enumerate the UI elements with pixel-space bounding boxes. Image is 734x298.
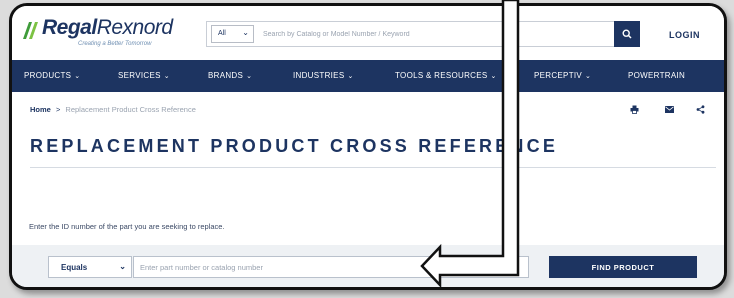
nav-item-perceptiv[interactable]: PERCEPTIV ⌄ <box>534 71 591 80</box>
nav-label: PRODUCTS <box>24 71 72 80</box>
nav-item-tools-resources[interactable]: TOOLS & RESOURCES ⌄ <box>395 71 497 80</box>
page-title: REPLACEMENT PRODUCT CROSS REFERENCE <box>30 136 559 156</box>
nav-item-brands[interactable]: BRANDS ⌄ <box>208 71 252 80</box>
nav-item-services[interactable]: SERVICES ⌄ <box>118 71 170 80</box>
login-link[interactable]: LOGIN <box>669 30 700 40</box>
share-icon <box>696 104 704 114</box>
nav-label: TOOLS & RESOURCES <box>395 71 488 80</box>
brand-logo[interactable]: RegalRexnord Creating a Better Tomorrow <box>20 16 190 54</box>
email-icon <box>664 105 674 113</box>
nav-item-industries[interactable]: INDUSTRIES ⌄ <box>293 71 354 80</box>
chevron-down-icon: ⌄ <box>347 73 354 80</box>
main-nav: PRODUCTS ⌄ SERVICES ⌄ BRANDS ⌄ INDUSTRIES ⌄ … <box>12 60 724 92</box>
brand-name-bold: Regal <box>42 16 97 39</box>
logo-mark-icon <box>23 22 38 39</box>
print-icon <box>630 105 638 114</box>
chevron-down-icon: ⌄ <box>246 73 253 80</box>
search-icon <box>622 29 632 39</box>
chevron-down-icon: ⌄ <box>163 73 170 80</box>
search-category-value: All <box>218 30 226 37</box>
nav-label: INDUSTRIES <box>293 71 345 80</box>
email-button[interactable] <box>663 103 675 115</box>
browser-viewport: RegalRexnord Creating a Better Tomorrow … <box>9 3 727 290</box>
chevron-down-icon: ⌄ <box>585 73 592 80</box>
site-header: RegalRexnord Creating a Better Tomorrow … <box>12 6 724 60</box>
breadcrumb-current: Replacement Product Cross Reference <box>65 105 196 114</box>
match-mode-select[interactable]: Equals ⌄ <box>48 256 132 278</box>
print-button[interactable] <box>628 103 640 115</box>
brand-wordmark: RegalRexnord <box>42 16 173 40</box>
brand-tagline: Creating a Better Tomorrow <box>78 41 152 47</box>
chevron-down-icon: ⌄ <box>119 262 126 271</box>
nav-label: PERCEPTIV <box>534 71 583 80</box>
search-category-select[interactable]: All ⌄ <box>211 25 254 43</box>
chevron-down-icon: ⌄ <box>242 28 249 37</box>
nav-label: POWERTRAIN <box>628 71 686 80</box>
search-button[interactable] <box>614 21 640 47</box>
nav-item-powertrain[interactable]: POWERTRAIN <box>628 71 685 80</box>
chevron-down-icon: ⌄ <box>74 73 81 80</box>
instruction-text: Enter the ID number of the part you are … <box>29 222 225 231</box>
breadcrumb-separator: > <box>55 105 61 114</box>
chevron-down-icon: ⌄ <box>490 73 497 80</box>
title-divider <box>30 167 716 168</box>
nav-label: SERVICES <box>118 71 161 80</box>
brand-name-thin: Rexnord <box>96 16 173 39</box>
nav-item-products[interactable]: PRODUCTS ⌄ <box>24 71 80 80</box>
site-search: All ⌄ <box>206 21 640 47</box>
match-mode-value: Equals <box>61 263 88 272</box>
part-number-input[interactable] <box>133 256 529 278</box>
share-button[interactable] <box>694 103 706 115</box>
search-input[interactable] <box>259 24 599 44</box>
nav-label: BRANDS <box>208 71 244 80</box>
find-product-button[interactable]: FIND PRODUCT <box>549 256 697 278</box>
breadcrumb-home-link[interactable]: Home <box>30 105 51 114</box>
breadcrumb: Home > Replacement Product Cross Referen… <box>30 105 196 114</box>
